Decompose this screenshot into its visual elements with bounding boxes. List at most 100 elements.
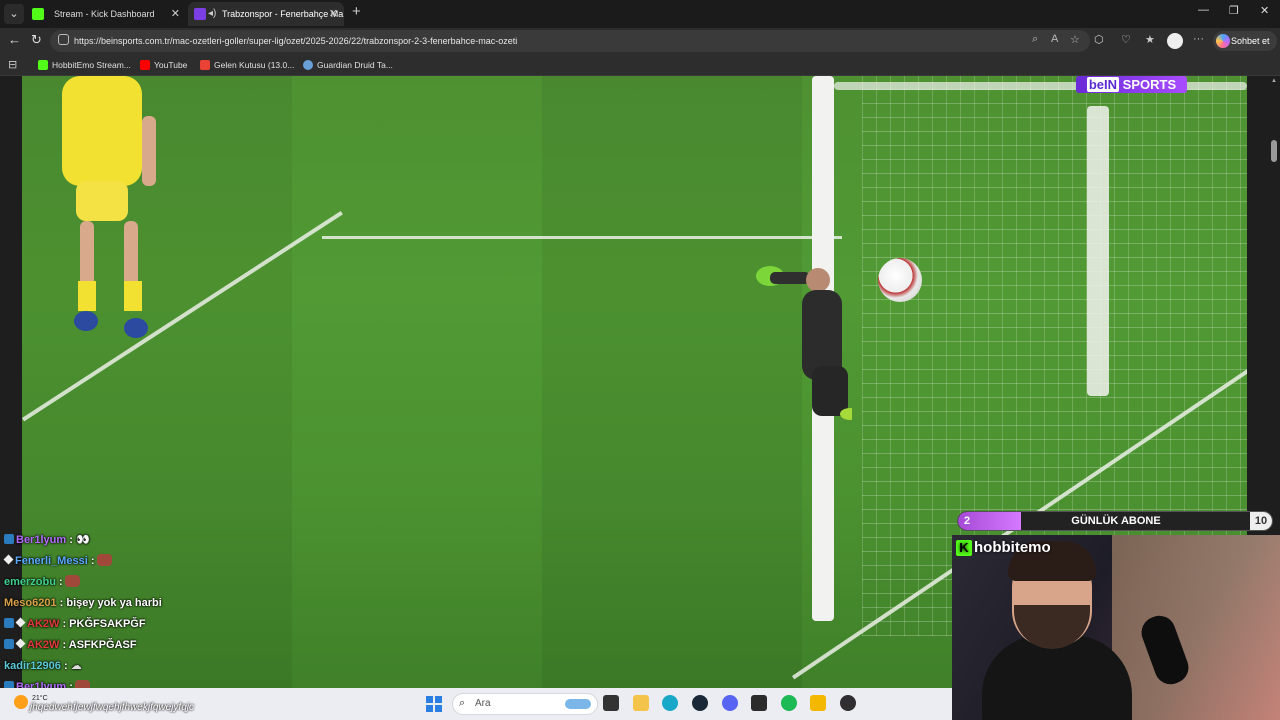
chat-message: AK2W : PKĞFSAKPĞF (4, 615, 146, 633)
copilot-button[interactable]: Sohbet et (1213, 31, 1277, 51)
task-view-icon[interactable] (603, 695, 619, 711)
tab-title: Trabzonspor - Fenerbahçe Ma (222, 9, 344, 19)
bookmark-label: Gelen Kutusu (13.0... (214, 60, 295, 70)
minimize-icon[interactable]: — (1198, 4, 1209, 16)
new-tab-button[interactable]: + (352, 3, 361, 20)
screen: ⌄ Stream - Kick Dashboard ✕ ◂) Trabzonsp… (0, 0, 1280, 720)
chat-text: : (69, 534, 73, 546)
chat-text: : (59, 576, 63, 588)
read-aloud-icon[interactable]: A (1051, 33, 1058, 45)
speaker-icon[interactable]: ◂) (208, 2, 216, 26)
bookmark-hobbitemo[interactable]: HobbitEmo Stream... (38, 54, 131, 76)
copilot-label: Sohbet et (1231, 36, 1270, 46)
bookmark-label: Guardian Druid Ta... (317, 60, 393, 70)
tab-actions-icon[interactable]: ⌄ (4, 4, 24, 24)
chat-message: Ber1lyum : 👀 (4, 531, 90, 549)
tab-trabzonspor[interactable]: ◂) Trabzonspor - Fenerbahçe Ma ✕ (188, 2, 344, 26)
youtube-icon (140, 60, 150, 70)
football (878, 258, 922, 302)
edge-icon[interactable] (662, 695, 678, 711)
chat-message: emerzobu : (4, 573, 80, 591)
goal-back-post (1087, 106, 1109, 396)
outfield-player (62, 76, 156, 338)
scrollbar-thumb[interactable] (1271, 140, 1277, 162)
subscriber-badge-icon (4, 618, 14, 628)
spotify-icon[interactable] (781, 695, 797, 711)
bookmarks-bar: ⊟ HobbitEmo Stream... YouTube Gelen Kutu… (0, 54, 1280, 76)
chat-text: : (63, 660, 68, 672)
more-menu-icon[interactable]: ··· (1193, 33, 1204, 45)
subscriber-badge-icon (4, 534, 14, 544)
back-icon[interactable]: ← (8, 32, 21, 47)
obs-icon[interactable] (840, 695, 856, 711)
ghost-emote-icon: ☁ (70, 660, 82, 672)
bein-favicon-icon (194, 8, 206, 20)
windows-start-icon[interactable] (426, 696, 442, 712)
rockstar-icon[interactable] (810, 695, 826, 711)
daily-sub-goal-bar: 2 GÜNLÜK ABONE 10 (957, 511, 1273, 531)
browser-essentials-icon[interactable]: ♡ (1121, 33, 1131, 46)
chat-username: Ber1lyum (16, 534, 67, 546)
refresh-icon[interactable]: ↻ (31, 32, 42, 48)
file-explorer-icon[interactable] (633, 695, 649, 711)
chat-text: : ASFKPĞASF (62, 639, 137, 651)
chat-ticker-text: jhqedwehfjewjfwqehjfhwekjfqwejyfqjc (30, 702, 194, 713)
chat-username: Meso6201 (4, 597, 57, 609)
search-placeholder: Ara (475, 698, 491, 709)
kick-icon (38, 60, 48, 70)
search-icon: ⌕ (459, 697, 466, 709)
taskbar-search[interactable]: ⌕ Ara (452, 693, 598, 715)
chat-message: Fenerli_Messi : (3, 552, 112, 570)
guardian-druid-icon (303, 60, 313, 70)
tab-kick-dashboard[interactable]: Stream - Kick Dashboard ✕ (26, 2, 186, 26)
chat-message: Meso6201 : bişey yok ya harbi (4, 594, 162, 612)
chat-text: : bişey yok ya harbi (59, 597, 162, 609)
profile-avatar[interactable] (1167, 33, 1183, 49)
weather-temperature[interactable]: 21°C (32, 695, 48, 702)
zoom-icon[interactable]: ⌕ (1032, 33, 1038, 46)
close-tab-icon[interactable]: ✕ (329, 2, 338, 26)
url-text[interactable]: https://beinsports.com.tr/mac-ozetleri-g… (74, 30, 517, 52)
site-info-icon[interactable] (58, 34, 69, 45)
extensions-icon[interactable]: ⬡ (1094, 33, 1104, 46)
search-highlight-icon (565, 699, 591, 709)
goalkeeper (756, 266, 852, 420)
bookmark-guardian-druid[interactable]: Guardian Druid Ta... (303, 54, 393, 76)
favorite-star-icon[interactable]: ☆ (1070, 33, 1080, 46)
bookmark-label: HobbitEmo Stream... (52, 60, 131, 70)
eyes-emote-icon: 👀 (75, 534, 90, 546)
bookmark-gmail[interactable]: Gelen Kutusu (13.0... (200, 54, 294, 76)
kick-logo-icon: K (956, 540, 972, 556)
tab-actions-bookmark-icon[interactable]: ⊟ (8, 58, 17, 71)
windows-taskbar: 21°C jhqedwehfjewjfwqehjfhwekjfqwejyfqjc… (0, 688, 952, 720)
chat-username: AK2W (27, 618, 60, 630)
kick-channel-logo: Khobbitemo (956, 539, 1051, 556)
terminal-icon[interactable] (751, 695, 767, 711)
close-tab-icon[interactable]: ✕ (171, 2, 180, 26)
close-window-icon[interactable]: ✕ (1260, 4, 1269, 17)
copilot-icon (1216, 34, 1230, 48)
background-wall (1112, 535, 1280, 720)
goal-target: 10 (1250, 512, 1272, 530)
address-bar[interactable]: https://beinsports.com.tr/mac-ozetleri-g… (50, 30, 1090, 52)
diamond-badge-icon (3, 554, 14, 565)
chat-message: kadir12906 : ☁ (4, 657, 82, 675)
discord-icon[interactable] (722, 695, 738, 711)
chat-text: : PKĞFSAKPĞF (62, 618, 146, 630)
restore-icon[interactable]: ❐ (1229, 4, 1239, 17)
emote-icon (96, 554, 112, 566)
brand-part2: SPORTS (1122, 77, 1177, 92)
kick-favicon-icon (32, 8, 44, 20)
chat-message: AK2W : ASFKPĞASF (4, 636, 137, 654)
bookmark-youtube[interactable]: YouTube (140, 54, 187, 76)
chat-text: : (90, 555, 95, 567)
weather-icon[interactable] (14, 695, 28, 709)
scroll-up-icon[interactable]: ▲ (1271, 78, 1277, 84)
address-toolbar: ← ↻ https://beinsports.com.tr/mac-ozetle… (0, 28, 1280, 54)
favorites-icon[interactable]: ★ (1145, 33, 1155, 46)
steam-icon[interactable] (692, 695, 708, 711)
tab-bar: ⌄ Stream - Kick Dashboard ✕ ◂) Trabzonsp… (0, 0, 1280, 28)
channel-name: hobbitemo (974, 539, 1051, 556)
bookmark-label: YouTube (154, 60, 188, 70)
six-yard-line (322, 236, 842, 239)
